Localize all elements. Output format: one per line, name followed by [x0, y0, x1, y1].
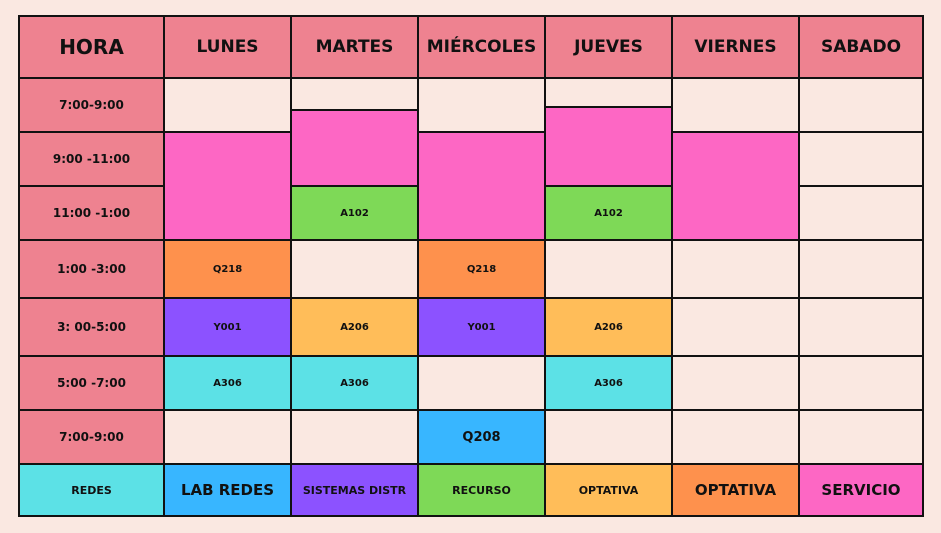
cell-martes-7	[290, 77, 419, 111]
cell-sabado-1	[798, 239, 924, 299]
room-lunes-1: Q218	[163, 239, 292, 299]
room-jueves-3: A206	[544, 297, 673, 357]
legend-optativa-2: OPTATIVA	[671, 463, 800, 517]
cell-sabado-9	[798, 131, 924, 187]
cell-viernes-3	[671, 297, 800, 357]
room-lunes-5: A306	[163, 355, 292, 411]
legend-optativa-1: OPTATIVA	[544, 463, 673, 517]
legend-redes: REDES	[18, 463, 165, 517]
room-martes-11: A102	[290, 185, 419, 241]
room-martes-5: A306	[290, 355, 419, 411]
cell-viernes-7	[671, 77, 800, 133]
room-miercoles-1: Q218	[417, 239, 546, 299]
cell-sabado-11	[798, 185, 924, 241]
cell-sabado-5	[798, 355, 924, 411]
cell-viernes-1	[671, 239, 800, 299]
cell-viernes-7pm	[671, 409, 800, 465]
header-lunes: LUNES	[163, 15, 292, 79]
cell-sabado-7pm	[798, 409, 924, 465]
header-sabado: SABADO	[798, 15, 924, 79]
cell-jueves-1	[544, 239, 673, 299]
room-martes-3: A206	[290, 297, 419, 357]
legend-lab-redes: LAB REDES	[163, 463, 292, 517]
header-martes: MARTES	[290, 15, 419, 79]
legend-sistemas-distr: SISTEMAS DISTR	[290, 463, 419, 517]
cell-jueves-7pm	[544, 409, 673, 465]
time-slot-4: 1:00 -3:00	[18, 239, 165, 299]
room-lunes-3: Y001	[163, 297, 292, 357]
room-jueves-5: A306	[544, 355, 673, 411]
time-slot-3: 11:00 -1:00	[18, 185, 165, 241]
class-block-miercoles-9-1	[417, 131, 546, 241]
cell-miercoles-7	[417, 77, 546, 133]
class-block-lunes-9-1	[163, 131, 292, 241]
cell-martes-1	[290, 239, 419, 299]
header-miercoles: MIÉRCOLES	[417, 15, 546, 79]
time-slot-7: 7:00-9:00	[18, 409, 165, 465]
class-block-jueves-9	[544, 106, 673, 187]
header-jueves: JUEVES	[544, 15, 673, 79]
header-hora: HORA	[18, 15, 165, 79]
cell-lunes-7pm	[163, 409, 292, 465]
room-miercoles-7: Q208	[417, 409, 546, 465]
class-block-martes-9	[290, 109, 419, 187]
time-slot-1: 7:00-9:00	[18, 77, 165, 133]
time-slot-5: 3: 00-5:00	[18, 297, 165, 357]
time-slot-2: 9:00 -11:00	[18, 131, 165, 187]
room-jueves-11: A102	[544, 185, 673, 241]
cell-sabado-7	[798, 77, 924, 133]
cell-viernes-5	[671, 355, 800, 411]
time-slot-6: 5:00 -7:00	[18, 355, 165, 411]
cell-sabado-3	[798, 297, 924, 357]
class-block-viernes-9-1	[671, 131, 800, 241]
cell-miercoles-5	[417, 355, 546, 411]
cell-lunes-7	[163, 77, 292, 133]
legend-recurso: RECURSO	[417, 463, 546, 517]
cell-martes-7pm	[290, 409, 419, 465]
cell-jueves-7	[544, 77, 673, 108]
room-miercoles-3: Y001	[417, 297, 546, 357]
header-viernes: VIERNES	[671, 15, 800, 79]
legend-servicio: SERVICIO	[798, 463, 924, 517]
